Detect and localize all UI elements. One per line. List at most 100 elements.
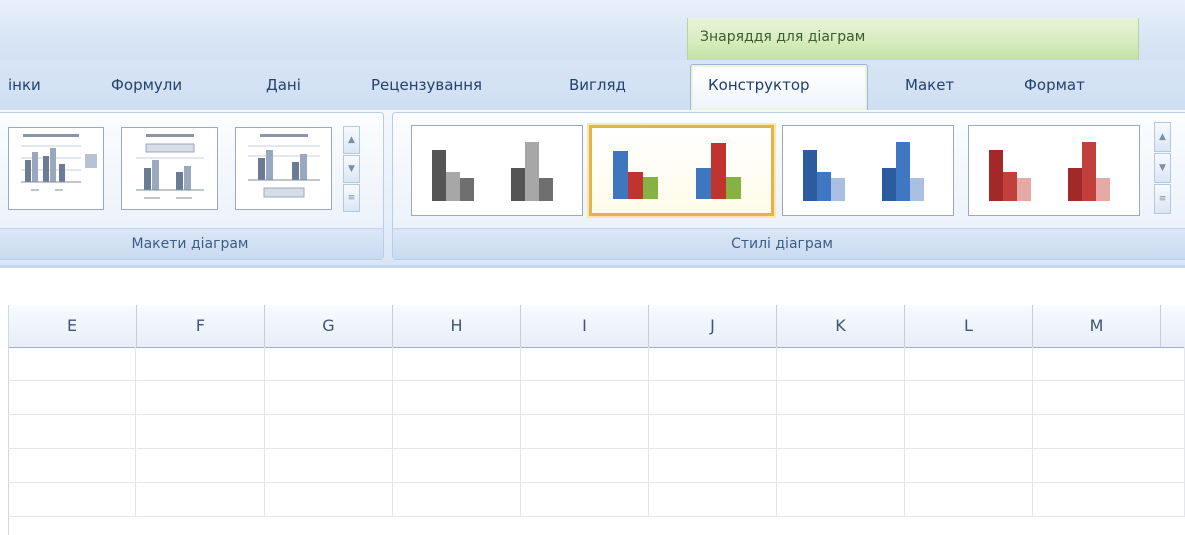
grid-cell[interactable] <box>265 347 393 381</box>
style-bar <box>613 151 628 199</box>
chart-layout-3-icon <box>248 134 320 198</box>
grid-cell[interactable] <box>521 449 649 483</box>
grid-cell[interactable] <box>393 381 521 415</box>
grid-cell[interactable] <box>393 415 521 449</box>
chart-style-colorful[interactable] <box>589 125 774 216</box>
style-bar <box>539 178 553 201</box>
grid-cell[interactable] <box>777 483 905 517</box>
column-header-f[interactable]: F <box>137 305 265 347</box>
chart-style-red[interactable] <box>968 125 1140 216</box>
style-bar <box>711 143 726 199</box>
style-bar <box>882 168 896 201</box>
grid-cell[interactable] <box>521 415 649 449</box>
chart-styles-label: Стилі діаграм <box>731 236 833 252</box>
grid-cell[interactable] <box>905 415 1033 449</box>
grid-cell[interactable] <box>8 415 136 449</box>
grid-cell[interactable] <box>521 381 649 415</box>
chart-tools-label: Знаряддя для діаграм <box>700 29 866 45</box>
grid-cell[interactable] <box>1033 483 1185 517</box>
grid-cell[interactable] <box>393 347 521 381</box>
chart-style-colorful-icon <box>613 143 741 199</box>
scroll-down-icon[interactable]: ▼ <box>1154 153 1171 183</box>
tab-insert[interactable]: інки <box>8 76 41 94</box>
grid-cell[interactable] <box>905 381 1033 415</box>
scroll-up-icon[interactable]: ▲ <box>1154 122 1171 152</box>
tab-format[interactable]: Формат <box>1024 76 1085 94</box>
tab-layout[interactable]: Макет <box>905 76 954 94</box>
grid-cell[interactable] <box>777 347 905 381</box>
grid-cell[interactable] <box>905 347 1033 381</box>
scroll-down-icon[interactable]: ▼ <box>343 155 360 183</box>
grid-cell[interactable] <box>8 347 136 381</box>
style-bar <box>989 150 1003 201</box>
grid-cell[interactable] <box>521 483 649 517</box>
tab-review[interactable]: Рецензування <box>371 76 482 94</box>
style-bar <box>803 150 817 201</box>
style-bar <box>432 150 446 201</box>
chart-layout-2[interactable] <box>121 127 218 210</box>
grid-cell[interactable] <box>649 415 777 449</box>
grid-cell[interactable] <box>8 381 136 415</box>
grid-cell[interactable] <box>137 381 265 415</box>
grid-cell[interactable] <box>265 415 393 449</box>
grid-cell[interactable] <box>1033 347 1185 381</box>
formula-bar[interactable] <box>0 265 1185 308</box>
style-bar <box>1003 172 1017 201</box>
style-bar <box>511 168 525 201</box>
grid-cell[interactable] <box>265 381 393 415</box>
column-header-k[interactable]: K <box>777 305 905 347</box>
grid-cell[interactable] <box>393 449 521 483</box>
grid-cell[interactable] <box>1033 381 1185 415</box>
grid-cell[interactable] <box>1033 449 1185 483</box>
column-header-h[interactable]: H <box>393 305 521 347</box>
grid-cell[interactable] <box>777 449 905 483</box>
column-header-g[interactable]: G <box>265 305 393 347</box>
grid-cell[interactable] <box>393 483 521 517</box>
grid-cell[interactable] <box>137 415 265 449</box>
tab-view[interactable]: Вигляд <box>569 76 626 94</box>
expand-more-icon[interactable]: ≡ <box>1154 184 1171 214</box>
style-bar <box>643 177 658 199</box>
grid-cell[interactable] <box>649 449 777 483</box>
grid-cell[interactable] <box>265 483 393 517</box>
chart-style-blue-icon <box>803 142 924 201</box>
style-bar <box>1068 168 1082 201</box>
grid-cell[interactable] <box>649 381 777 415</box>
chart-layout-2-icon <box>136 134 204 199</box>
grid-cell[interactable] <box>137 449 265 483</box>
chart-layout-1[interactable] <box>8 127 104 210</box>
grid-cell[interactable] <box>649 483 777 517</box>
column-header-l[interactable]: L <box>905 305 1033 347</box>
excel-window: Знаряддя для діаграм інки Формули Дані Р… <box>0 0 1185 535</box>
tab-data[interactable]: Дані <box>266 76 301 94</box>
grid-cell[interactable] <box>521 347 649 381</box>
expand-more-icon[interactable]: ≡ <box>343 184 360 212</box>
grid-cell[interactable] <box>8 483 136 517</box>
grid-cell[interactable] <box>137 483 265 517</box>
tab-formulas[interactable]: Формули <box>111 76 182 94</box>
column-header-m[interactable]: M <box>1033 305 1161 347</box>
style-bar <box>696 168 711 199</box>
style-bar <box>831 178 845 201</box>
grid-cell[interactable] <box>905 483 1033 517</box>
chart-layout-1-icon <box>21 134 97 191</box>
tab-design[interactable]: Конструктор <box>690 64 868 110</box>
grid-cell[interactable] <box>137 347 265 381</box>
grid-cell[interactable] <box>777 415 905 449</box>
grid-cell[interactable] <box>8 449 136 483</box>
column-header-e[interactable]: E <box>8 305 137 347</box>
chart-layouts-label: Макети діаграм <box>131 236 249 252</box>
chart-style-blue[interactable] <box>782 125 954 216</box>
grid-cell[interactable] <box>1033 415 1185 449</box>
grid-cell[interactable] <box>649 347 777 381</box>
column-header-i[interactable]: I <box>521 305 649 347</box>
chart-style-grayscale[interactable] <box>411 125 583 216</box>
grid-cell[interactable] <box>777 381 905 415</box>
style-bar <box>896 142 910 201</box>
chart-layout-3[interactable] <box>235 127 332 210</box>
grid-cell[interactable] <box>905 449 1033 483</box>
column-header-j[interactable]: J <box>649 305 777 347</box>
grid-cell[interactable] <box>265 449 393 483</box>
style-bar <box>525 142 539 201</box>
scroll-up-icon[interactable]: ▲ <box>343 126 360 154</box>
